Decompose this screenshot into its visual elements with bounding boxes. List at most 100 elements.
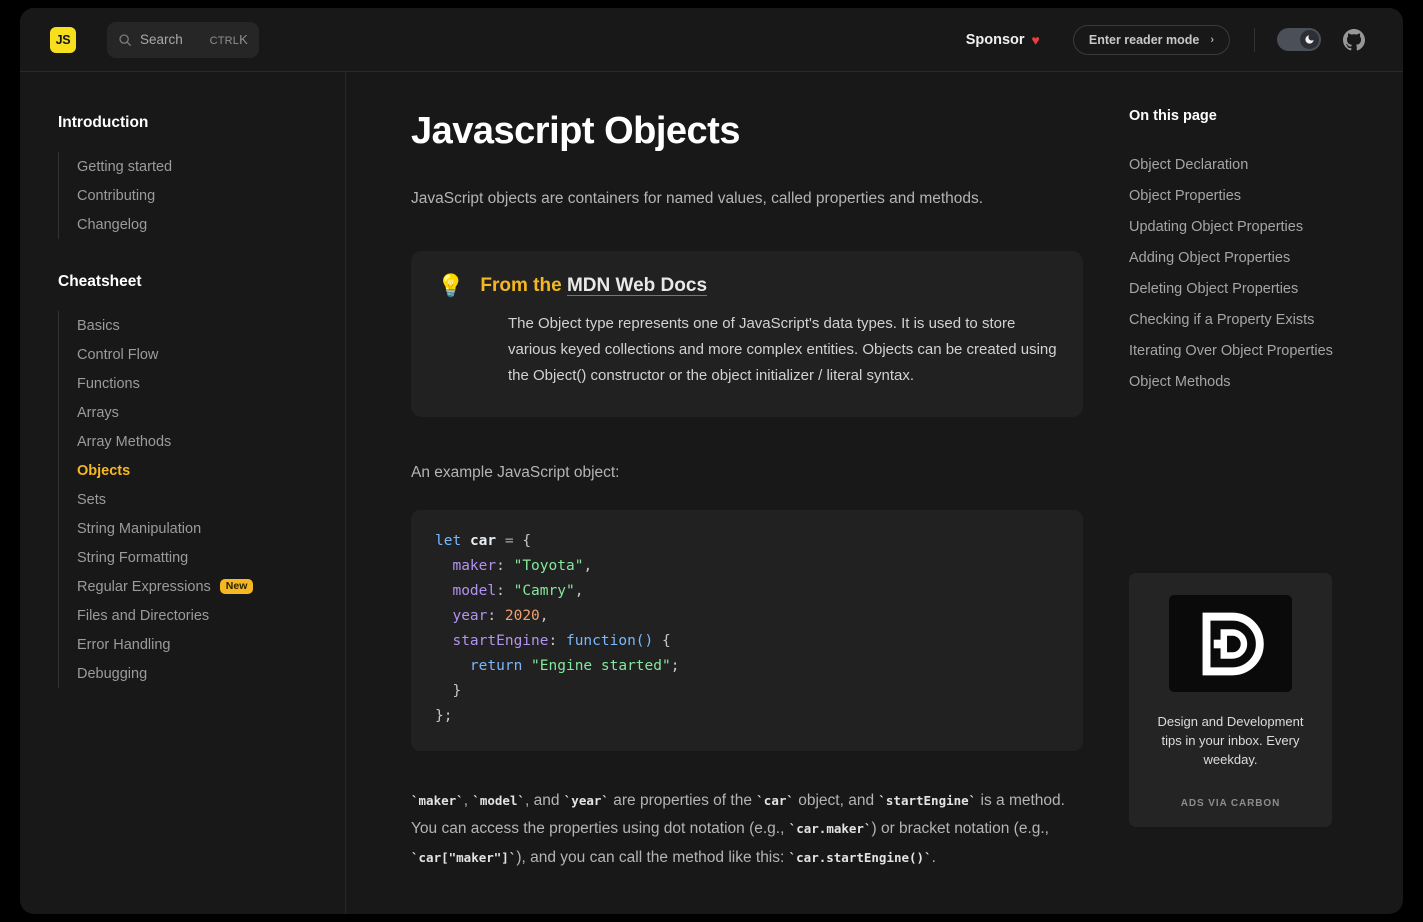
moon-icon [1305, 35, 1314, 44]
code-token-equals: = [504, 533, 514, 550]
outro-seg-12: ) or bracket notation (e.g., [871, 820, 1049, 838]
mdn-callout: 💡 From the MDN Web Docs The Object type … [411, 251, 1083, 418]
code-token-engine-started: "Engine started" [531, 657, 671, 674]
toc-item-adding-object-properties[interactable]: Adding Object Properties [1129, 242, 1403, 273]
sidebar-nav: Introduction Getting started Contributin… [20, 72, 346, 914]
search-shortcut-key: K [239, 32, 248, 47]
github-icon[interactable] [1343, 28, 1365, 51]
code-comma-2: , [574, 583, 584, 600]
callout-title-prefix: From the [480, 275, 567, 297]
toc-title: On this page [1129, 108, 1217, 124]
sidebar-item-functions[interactable]: Functions [59, 369, 345, 398]
outro-paragraph: `maker`, `model`, and `year` are propert… [411, 787, 1083, 873]
code-colon-1: : [496, 558, 505, 575]
sidebar-item-changelog[interactable]: Changelog [59, 210, 345, 239]
code-comma-3: , [539, 608, 549, 625]
sidebar-item-array-methods[interactable]: Array Methods [59, 427, 345, 456]
sidebar-item-label: Getting started [77, 158, 173, 175]
code-token-car: car [469, 533, 497, 550]
toc-item-checking-if-a-property-exists[interactable]: Checking if a Property Exists [1129, 304, 1403, 335]
inline-code-car-maker: `car.maker` [788, 821, 872, 837]
heart-icon: ♥ [1031, 31, 1040, 48]
toc-item-object-properties[interactable]: Object Properties [1129, 180, 1403, 211]
header-divider [1254, 27, 1255, 52]
sidebar-item-label: Contributing [77, 187, 156, 204]
sidebar-item-label: Functions [77, 375, 140, 392]
search-icon [119, 33, 131, 46]
code-block-object-example[interactable]: let car = { maker: "Toyota", model: "Cam… [411, 510, 1083, 751]
js-logo-text: JS [55, 32, 71, 47]
sidebar-item-contributing[interactable]: Contributing [59, 181, 345, 210]
code-token-brace-close: } [452, 682, 462, 699]
inline-code-model: `model` [472, 792, 525, 808]
toc-item-object-methods[interactable]: Object Methods [1129, 366, 1403, 397]
toc-item-object-declaration[interactable]: Object Declaration [1129, 149, 1403, 180]
site-header: JS Search CTRLK Sponsor ♥ Enter reader m… [20, 8, 1403, 72]
sidebar-item-string-manipulation[interactable]: String Manipulation [59, 514, 345, 543]
sidebar-item-label: Error Handling [77, 636, 171, 653]
code-semicolon-1: ; [670, 657, 680, 674]
sidebar-list-introduction: Getting started Contributing Changelog [58, 152, 345, 239]
code-brace-open-2: { [662, 633, 671, 650]
code-token-let: let [435, 533, 462, 550]
theme-toggle[interactable] [1277, 28, 1321, 51]
sidebar-group-cheatsheet: Cheatsheet Basics Control Flow Functions… [58, 273, 345, 688]
sidebar-item-label: String Formatting [77, 549, 189, 566]
ad-attribution[interactable]: ADS VIA CARBON [1147, 798, 1314, 809]
chevron-right-icon: › [1210, 33, 1214, 46]
sidebar-item-label: Changelog [77, 216, 148, 233]
code-token-brace-open: { [522, 533, 532, 550]
sidebar-item-sets[interactable]: Sets [59, 485, 345, 514]
toc-item-deleting-object-properties[interactable]: Deleting Object Properties [1129, 273, 1403, 304]
sponsor-button[interactable]: Sponsor ♥ [966, 32, 1040, 48]
sidebar-item-label: Objects [77, 462, 131, 479]
code-token-2020: 2020 [504, 608, 540, 625]
search-shortcut-hint: CTRLK [210, 32, 248, 47]
sidebar-group-introduction: Introduction Getting started Contributin… [58, 114, 345, 239]
sidebar-item-label: String Manipulation [77, 520, 202, 537]
sidebar-item-string-formatting[interactable]: String Formatting [59, 543, 345, 572]
code-token-function: function() [565, 633, 654, 650]
toc-item-updating-object-properties[interactable]: Updating Object Properties [1129, 211, 1403, 242]
inline-code-car: `car` [756, 792, 794, 808]
lightbulb-icon: 💡 [437, 273, 465, 299]
sidebar-item-getting-started[interactable]: Getting started [59, 152, 345, 181]
code-token-maker: maker [452, 558, 497, 575]
ad-text[interactable]: Design and Development tips in your inbo… [1147, 712, 1314, 770]
carbon-ad-card: Design and Development tips in your inbo… [1129, 573, 1332, 827]
example-label: An example JavaScript object: [411, 464, 620, 482]
page-title: Javascript Objects [411, 110, 740, 152]
sidebar-item-arrays[interactable]: Arrays [59, 398, 345, 427]
sidebar-item-control-flow[interactable]: Control Flow [59, 340, 345, 369]
js-logo[interactable]: JS [50, 26, 76, 53]
outro-seg-8: object, and [793, 791, 879, 809]
outro-seg-4: , and [525, 791, 564, 809]
sidebar-group-title: Introduction [58, 114, 149, 131]
sidebar-item-basics[interactable]: Basics [59, 311, 345, 340]
code-token-return: return [469, 657, 523, 674]
toc-item-iterating-over-object-properties[interactable]: Iterating Over Object Properties [1129, 335, 1403, 366]
sidebar-item-label: Arrays [77, 404, 119, 421]
code-token-model: model [452, 583, 497, 600]
sidebar-item-objects[interactable]: Objects [59, 456, 345, 485]
sidebar-item-regular-expressions[interactable]: Regular Expressions New [59, 572, 345, 601]
mdn-web-docs-link[interactable]: MDN Web Docs [567, 275, 707, 296]
callout-body: The Object type represents one of JavaSc… [508, 315, 1057, 385]
code-colon-3: : [487, 608, 497, 625]
theme-toggle-knob [1300, 30, 1319, 49]
on-this-page-sidebar: On this page Object Declaration Object P… [1103, 72, 1403, 914]
sidebar-item-label: Sets [77, 491, 107, 508]
callout-header: 💡 From the MDN Web Docs [437, 275, 1057, 297]
sidebar-item-label: Array Methods [77, 433, 172, 450]
ad-image[interactable] [1169, 595, 1292, 692]
search-input[interactable]: Search CTRLK [107, 21, 259, 58]
sidebar-item-debugging[interactable]: Debugging [59, 659, 345, 688]
design-development-logo-icon [1202, 612, 1264, 675]
search-placeholder: Search [140, 32, 183, 47]
sidebar-item-label: Files and Directories [77, 607, 210, 624]
sidebar-item-files-and-directories[interactable]: Files and Directories [59, 601, 345, 630]
inline-code-maker: `maker` [411, 792, 464, 808]
enter-reader-mode-button[interactable]: Enter reader mode › [1072, 24, 1230, 55]
code-token-year: year [452, 608, 488, 625]
sidebar-item-error-handling[interactable]: Error Handling [59, 630, 345, 659]
